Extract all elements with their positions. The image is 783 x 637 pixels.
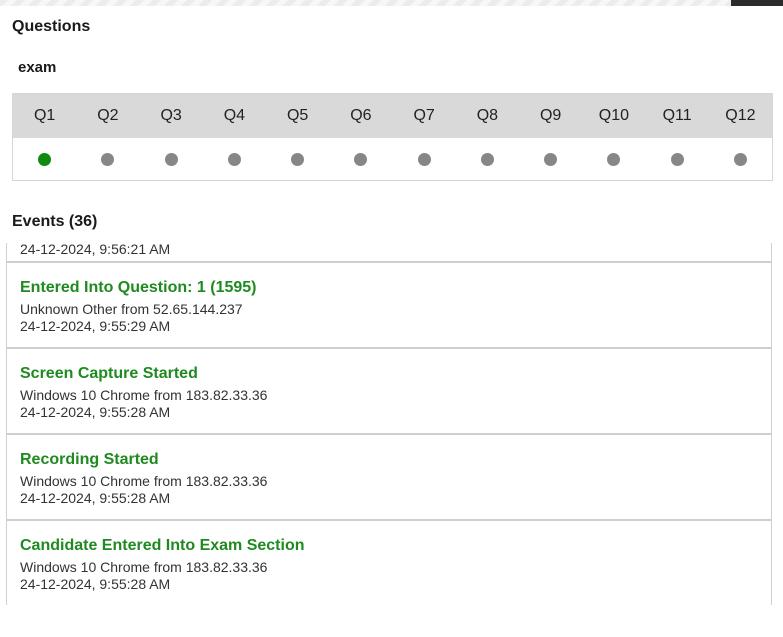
question-tab-3[interactable]: Q3: [140, 107, 203, 125]
status-dot-icon: [101, 153, 115, 166]
status-dot-icon: [38, 153, 52, 166]
status-dot-icon: [164, 153, 178, 166]
top-corner-block: [731, 0, 783, 6]
question-status-cell-3[interactable]: [140, 153, 203, 166]
question-tab-5[interactable]: Q5: [266, 107, 329, 125]
status-dot-icon: [291, 153, 305, 166]
question-tab-11[interactable]: Q11: [646, 107, 709, 125]
event-detail: Windows 10 Chrome from 183.82.33.36: [20, 387, 268, 403]
status-dot-icon: [544, 153, 558, 166]
question-tab-9[interactable]: Q9: [519, 107, 582, 125]
question-status-cell-1[interactable]: [13, 153, 76, 166]
status-dot-icon: [480, 153, 494, 166]
question-tab-1[interactable]: Q1: [13, 107, 76, 125]
event-item: Candidate Entered Into Exam Section Windo…: [7, 521, 771, 605]
questions-heading: Questions: [12, 18, 91, 35]
question-status-cell-10[interactable]: [582, 153, 645, 166]
event-item: 24-12-2024, 9:56:21 AM: [7, 243, 771, 263]
question-tab-7[interactable]: Q7: [393, 107, 456, 125]
question-status-cell-4[interactable]: [203, 153, 266, 166]
question-status-cell-12[interactable]: [709, 153, 772, 166]
question-status-cell-5[interactable]: [266, 153, 329, 166]
status-dot-icon: [607, 153, 621, 166]
question-status-cell-9[interactable]: [519, 153, 582, 166]
event-timestamp: 24-12-2024, 9:56:21 AM: [20, 243, 171, 257]
question-status-cell-6[interactable]: [329, 153, 392, 166]
question-status-cell-7[interactable]: [393, 153, 456, 166]
question-status-cell-11[interactable]: [646, 153, 709, 166]
question-tab-2[interactable]: Q2: [76, 107, 139, 125]
top-decorative-stripe: [0, 0, 783, 6]
question-tab-6[interactable]: Q6: [329, 107, 392, 125]
status-dot-icon: [417, 153, 431, 166]
event-timestamp: 24-12-2024, 9:55:28 AM: [20, 404, 171, 420]
question-tab-8[interactable]: Q8: [456, 107, 519, 125]
event-title: Candidate Entered Into Exam Section: [20, 537, 305, 554]
question-tab-12[interactable]: Q12: [709, 107, 772, 125]
event-item: Screen Capture Started Windows 10 Chrome …: [7, 349, 771, 435]
section-name: exam: [18, 59, 57, 76]
event-detail: Windows 10 Chrome from 183.82.33.36: [20, 559, 268, 575]
event-item: Recording Started Windows 10 Chrome from …: [7, 435, 771, 521]
question-status-cell-8[interactable]: [456, 153, 519, 166]
event-detail: Windows 10 Chrome from 183.82.33.36: [20, 473, 268, 489]
event-timestamp: 24-12-2024, 9:55:28 AM: [20, 576, 171, 592]
status-dot-icon: [733, 153, 747, 166]
event-timestamp: 24-12-2024, 9:55:28 AM: [20, 490, 171, 506]
event-detail: Unknown Other from 52.65.144.237: [20, 301, 243, 317]
events-heading: Events (36): [12, 213, 98, 230]
question-status-row: [13, 138, 772, 180]
status-dot-icon: [670, 153, 684, 166]
question-tab-4[interactable]: Q4: [203, 107, 266, 125]
events-list-scroll[interactable]: 24-12-2024, 9:56:21 AM Entered Into Quest…: [6, 243, 772, 605]
event-title: Recording Started: [20, 451, 159, 468]
event-timestamp: 24-12-2024, 9:55:29 AM: [20, 318, 171, 334]
events-list: 24-12-2024, 9:56:21 AM Entered Into Quest…: [7, 243, 771, 605]
question-header-row: Q1 Q2 Q3 Q4 Q5 Q6 Q7 Q8 Q9 Q10 Q11 Q12: [13, 94, 772, 138]
status-dot-icon: [227, 153, 241, 166]
status-dot-icon: [354, 153, 368, 166]
question-status-cell-2[interactable]: [76, 153, 139, 166]
question-grid: Q1 Q2 Q3 Q4 Q5 Q6 Q7 Q8 Q9 Q10 Q11 Q12: [12, 93, 773, 181]
event-item: Entered Into Question: 1 (1595) Unknown O…: [7, 263, 771, 349]
event-title: Screen Capture Started: [20, 365, 198, 382]
event-title: Entered Into Question: 1 (1595): [20, 279, 257, 296]
question-tab-10[interactable]: Q10: [582, 107, 645, 125]
